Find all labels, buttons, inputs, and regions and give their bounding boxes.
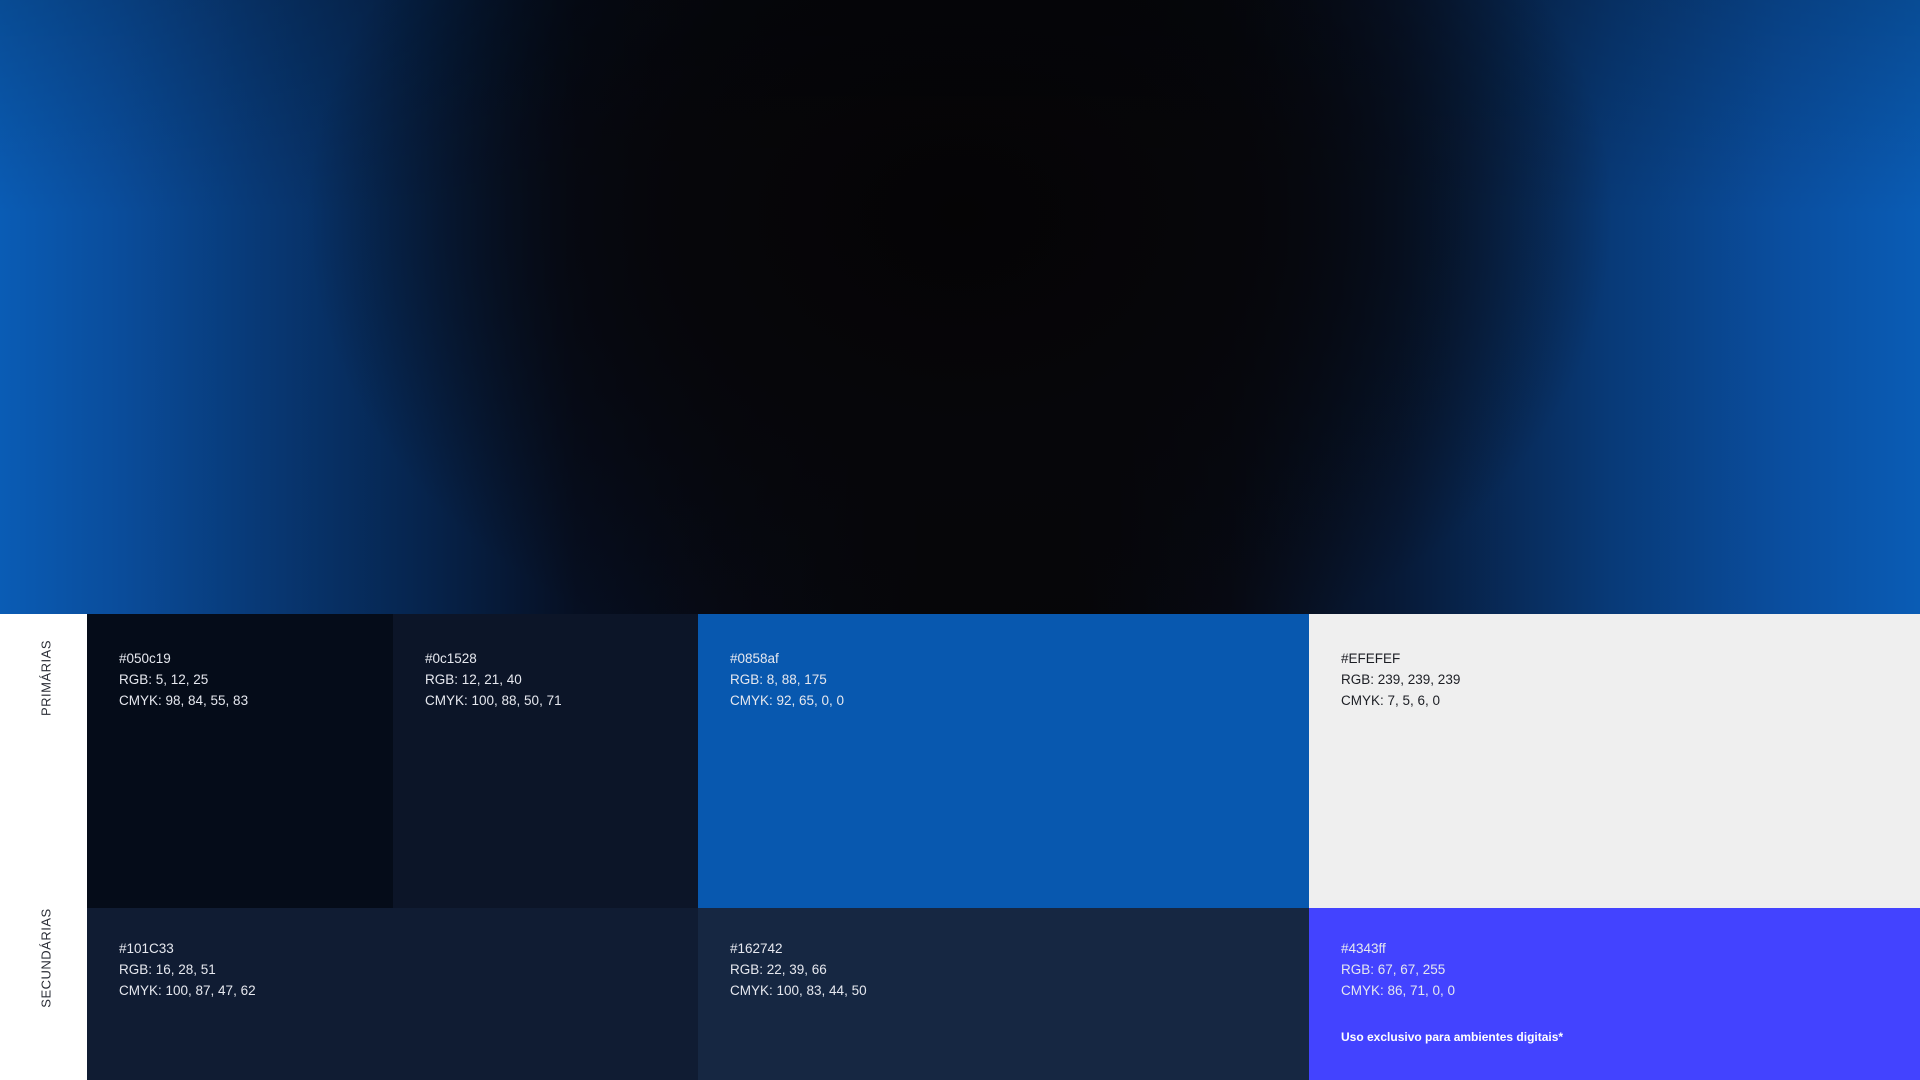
digital-only-note: Uso exclusivo para ambientes digitais* xyxy=(1341,1030,1564,1044)
swatch-cmyk: CMYK: 100, 83, 44, 50 xyxy=(730,983,867,998)
swatch-rgb: RGB: 8, 88, 175 xyxy=(730,672,827,687)
secondary-colors-label: SECUNDÁRIAS xyxy=(38,908,54,1008)
swatch-rgb: RGB: 5, 12, 25 xyxy=(119,672,209,687)
swatch-hex: #0858af xyxy=(730,651,779,666)
primary-swatch-1: #050c19 RGB: 5, 12, 25 CMYK: 98, 84, 55,… xyxy=(87,614,393,908)
swatch-rgb: RGB: 12, 21, 40 xyxy=(425,672,522,687)
secondary-swatch-3: #4343ff RGB: 67, 67, 255 CMYK: 86, 71, 0… xyxy=(1309,908,1920,1080)
swatch-rgb: RGB: 22, 39, 66 xyxy=(730,962,827,977)
swatch-cmyk: CMYK: 98, 84, 55, 83 xyxy=(119,693,249,708)
swatch-hex: #162742 xyxy=(730,941,783,956)
swatch-hex: #EFEFEF xyxy=(1341,651,1401,666)
primary-swatch-3: #0858af RGB: 8, 88, 175 CMYK: 92, 65, 0,… xyxy=(698,614,1309,908)
swatch-cmyk: CMYK: 7, 5, 6, 0 xyxy=(1341,693,1441,708)
swatch-rgb: RGB: 239, 239, 239 xyxy=(1341,672,1461,687)
secondary-swatch-1: #101C33 RGB: 16, 28, 51 CMYK: 100, 87, 4… xyxy=(87,908,698,1080)
swatch-cmyk: CMYK: 100, 88, 50, 71 xyxy=(425,693,562,708)
swatch-hex: #0c1528 xyxy=(425,651,477,666)
swatch-hex: #101C33 xyxy=(119,941,174,956)
gradient-hero-banner xyxy=(0,0,1920,614)
swatch-cmyk: CMYK: 86, 71, 0, 0 xyxy=(1341,983,1456,998)
swatch-hex: #050c19 xyxy=(119,651,171,666)
secondary-swatch-2: #162742 RGB: 22, 39, 66 CMYK: 100, 83, 4… xyxy=(698,908,1309,1080)
swatch-cmyk: CMYK: 92, 65, 0, 0 xyxy=(730,693,845,708)
swatch-rgb: RGB: 67, 67, 255 xyxy=(1341,962,1446,977)
primary-swatch-4: #EFEFEF RGB: 239, 239, 239 CMYK: 7, 5, 6… xyxy=(1309,614,1920,908)
swatch-hex: #4343ff xyxy=(1341,941,1386,956)
primary-colors-label: PRIMÁRIAS xyxy=(38,639,54,717)
swatch-rgb: RGB: 16, 28, 51 xyxy=(119,962,216,977)
primary-swatch-2: #0c1528 RGB: 12, 21, 40 CMYK: 100, 88, 5… xyxy=(393,614,698,908)
swatch-cmyk: CMYK: 100, 87, 47, 62 xyxy=(119,983,256,998)
